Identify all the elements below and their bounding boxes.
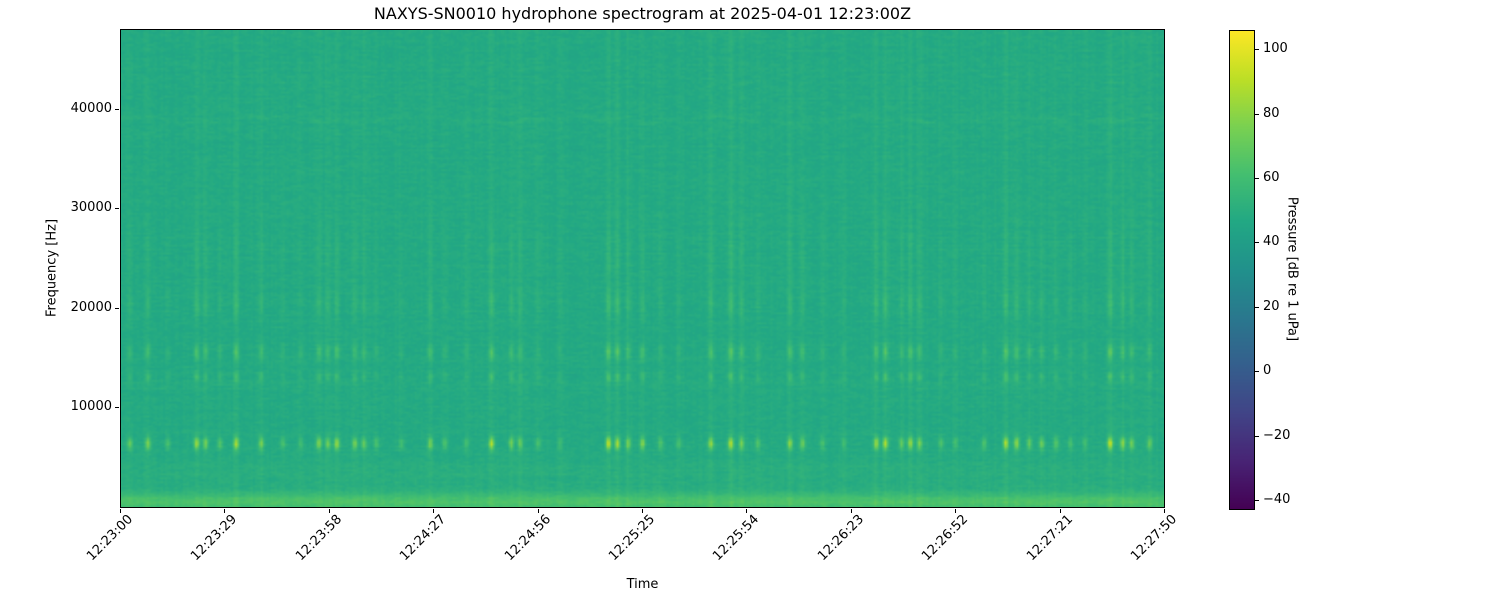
y-tick-label: 10000: [70, 399, 112, 414]
colorbar-tick-mark: [1255, 500, 1259, 501]
x-tick-mark: [746, 509, 747, 513]
y-tick-label: 20000: [70, 300, 112, 315]
x-tick-mark: [642, 509, 643, 513]
x-tick-label: 12:26:52: [918, 512, 971, 564]
colorbar-tick-mark: [1255, 371, 1259, 372]
x-tick-mark: [955, 509, 956, 513]
colorbar-tick-mark: [1255, 307, 1259, 308]
y-tick-label: 30000: [70, 200, 112, 215]
colorbar-tick-label: 20: [1263, 299, 1280, 314]
y-tick-mark: [115, 407, 119, 408]
colorbar-label: Pressure [dB re 1 uPa]: [1284, 196, 1300, 342]
x-tick-label: 12:24:27: [396, 512, 449, 564]
colorbar-tick-label: −20: [1263, 428, 1291, 443]
colorbar-tick-mark: [1255, 436, 1259, 437]
spectrogram-canvas: [121, 30, 1164, 507]
colorbar-tick-mark: [1255, 114, 1259, 115]
colorbar-tick-label: 60: [1263, 170, 1280, 185]
y-tick-mark: [115, 308, 119, 309]
x-tick-mark: [1164, 509, 1165, 513]
colorbar-tick-label: −40: [1263, 492, 1291, 507]
x-tick-label: 12:26:23: [814, 512, 867, 564]
x-tick-mark: [433, 509, 434, 513]
spectrogram-plot: [120, 29, 1165, 508]
x-tick-label: 12:25:25: [605, 512, 658, 564]
colorbar: [1229, 30, 1255, 510]
x-tick-label: 12:25:54: [709, 512, 762, 564]
x-tick-label: 12:23:29: [187, 512, 240, 564]
colorbar-tick-label: 80: [1263, 106, 1280, 121]
x-tick-mark: [851, 509, 852, 513]
colorbar-tick-label: 0: [1263, 363, 1272, 378]
colorbar-tick-label: 100: [1263, 41, 1288, 56]
colorbar-tick-mark: [1255, 242, 1259, 243]
y-tick-label: 40000: [70, 101, 112, 116]
colorbar-tick-label: 40: [1263, 234, 1280, 249]
x-tick-label: 12:27:21: [1023, 512, 1076, 564]
x-tick-label: 12:27:50: [1127, 512, 1180, 564]
y-tick-mark: [115, 109, 119, 110]
x-tick-mark: [1060, 509, 1061, 513]
x-tick-label: 12:23:58: [292, 512, 345, 564]
colorbar-tick-mark: [1255, 49, 1259, 50]
x-tick-mark: [538, 509, 539, 513]
x-axis-label: Time: [626, 577, 659, 592]
x-tick-label: 12:23:00: [83, 512, 136, 564]
chart-title: NAXYS-SN0010 hydrophone spectrogram at 2…: [373, 4, 912, 23]
figure: NAXYS-SN0010 hydrophone spectrogram at 2…: [0, 0, 1500, 600]
colorbar-tick-mark: [1255, 178, 1259, 179]
colorbar-gradient-canvas: [1230, 31, 1254, 509]
y-tick-mark: [115, 208, 119, 209]
x-tick-mark: [329, 509, 330, 513]
x-tick-mark: [224, 509, 225, 513]
x-tick-mark: [120, 509, 121, 513]
x-tick-label: 12:24:56: [501, 512, 554, 564]
